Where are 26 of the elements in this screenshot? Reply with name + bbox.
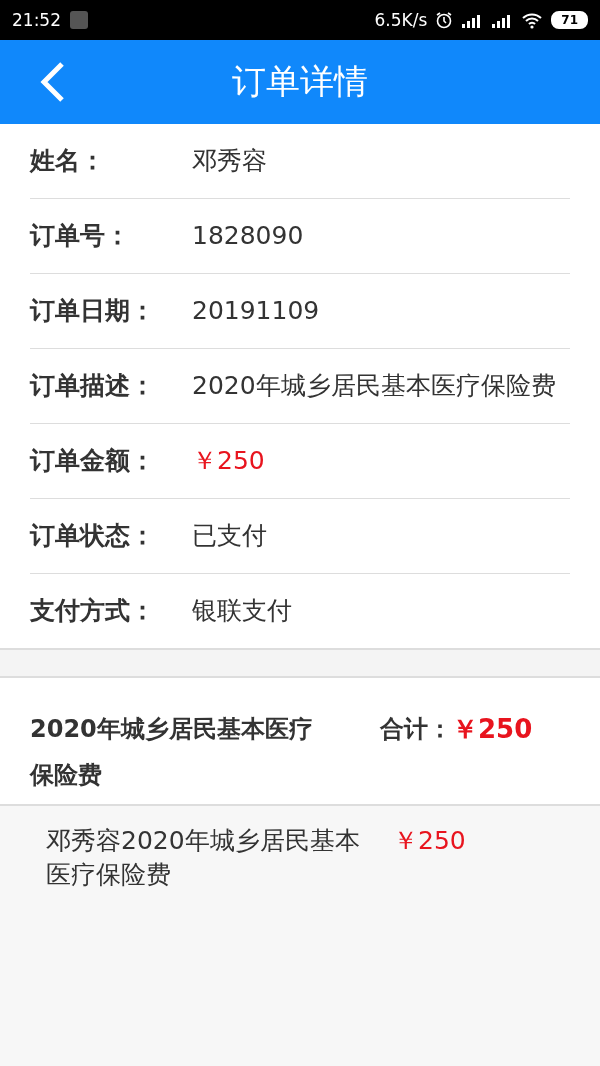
field-value: 2020年城乡居民基本医疗保险费 [192, 371, 556, 400]
item-name: 邓秀容2020年城乡居民基本医疗保险费 [46, 825, 361, 891]
page-title: 订单详情 [232, 60, 368, 103]
field-value: 20191109 [192, 296, 320, 325]
field-label: 订单状态： [30, 520, 156, 552]
item-price: ￥250 [393, 825, 466, 857]
alarm-clock-icon [435, 11, 454, 29]
field-value: 已支付 [192, 521, 267, 550]
order-summary-title: 2020年城乡居民基本医疗保险费 [30, 714, 314, 791]
field-value: 银联支付 [192, 596, 292, 625]
field-value: 1828090 [192, 221, 304, 250]
clock-time: 21:52 [12, 10, 61, 30]
field-value: 邓秀容 [192, 146, 267, 175]
wifi-icon [521, 11, 544, 29]
field-label: 姓名： [30, 145, 106, 177]
network-speed: 6.5K/s [374, 10, 428, 30]
field-label: 支付方式： [30, 595, 156, 627]
field-label: 订单描述： [30, 370, 156, 402]
field-label: 订单金额： [30, 445, 156, 477]
field-value: ￥250 [192, 446, 265, 475]
app-notification-icon [69, 10, 89, 30]
field-label: 订单日期： [30, 295, 156, 327]
total-label: 合计： [380, 714, 452, 745]
battery-level: 71 [551, 11, 588, 29]
field-label: 订单号： [30, 220, 131, 252]
total-amount: ￥250 [452, 713, 533, 746]
